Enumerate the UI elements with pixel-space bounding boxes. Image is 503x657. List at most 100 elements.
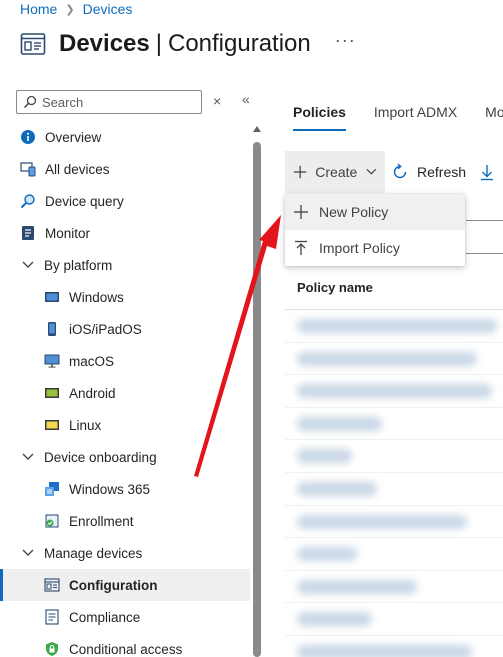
breadcrumb: Home ❯ Devices <box>20 1 132 17</box>
sidebar-item-ios-ipados[interactable]: iOS/iPadOS <box>0 313 250 345</box>
sidebar-item-label: Configuration <box>69 577 158 593</box>
sidebar-item-macos[interactable]: macOS <box>0 345 250 377</box>
table-row[interactable] <box>285 506 503 539</box>
tab-monitor-truncated[interactable]: Mo <box>485 104 503 131</box>
sidebar-item-compliance[interactable]: Compliance <box>0 601 250 633</box>
chevron-right-icon: ❯ <box>65 3 75 16</box>
android-icon <box>44 385 60 401</box>
table-row[interactable] <box>285 603 503 636</box>
menu-item-import-policy[interactable]: Import Policy <box>285 230 465 266</box>
collapse-sidebar-button[interactable]: « <box>242 91 250 107</box>
sidebar-item-monitor[interactable]: Monitor <box>0 217 250 249</box>
sidebar-item-label: iOS/iPadOS <box>69 321 142 337</box>
more-options-button[interactable]: ··· <box>335 30 356 51</box>
sidebar-item-android[interactable]: Android <box>0 377 250 409</box>
table-row[interactable] <box>285 310 503 343</box>
page-title: Devices <box>59 30 150 57</box>
sidebar-item-label: Compliance <box>69 609 141 625</box>
sidebar-item-linux[interactable]: Linux <box>0 409 250 441</box>
table-row[interactable] <box>285 375 503 408</box>
sidebar-item-label: Monitor <box>45 225 91 241</box>
breadcrumb-home-link[interactable]: Home <box>20 1 57 17</box>
sidebar-item-overview[interactable]: Overview <box>0 121 250 153</box>
table-row[interactable] <box>285 473 503 506</box>
chevron-down-icon <box>20 449 36 465</box>
sidebar-item-label: Linux <box>69 417 102 433</box>
sidebar-item-label: Device query <box>45 193 124 209</box>
plus-icon <box>293 165 307 179</box>
sidebar-group-device-onboarding[interactable]: Device onboarding <box>0 441 250 473</box>
table-row[interactable] <box>285 440 503 473</box>
create-button-label: Create <box>315 164 358 180</box>
tab-import-admx[interactable]: Import ADMX <box>374 104 457 131</box>
linux-icon <box>44 417 60 433</box>
sidebar-item-label: Windows <box>69 289 124 305</box>
sidebar-nav: Overview All devices Device query Monito… <box>0 121 250 657</box>
scroll-up-arrow[interactable] <box>253 126 261 132</box>
info-icon <box>20 129 36 145</box>
sidebar-item-label: Enrollment <box>69 513 134 529</box>
sidebar-group-manage-devices[interactable]: Manage devices <box>0 537 250 569</box>
tab-policies[interactable]: Policies <box>293 104 346 131</box>
query-icon <box>20 193 36 209</box>
menu-item-label: Import Policy <box>319 240 400 256</box>
menu-item-new-policy[interactable]: New Policy <box>285 194 465 230</box>
table-row[interactable] <box>285 408 503 441</box>
create-dropdown-menu: New Policy Import Policy <box>285 194 465 266</box>
clear-search-button[interactable]: × <box>213 93 221 109</box>
refresh-button-label: Refresh <box>417 164 467 180</box>
title-separator: | <box>155 30 162 57</box>
chevron-down-icon <box>366 168 377 175</box>
sidebar-item-configuration[interactable]: Configuration <box>0 569 250 601</box>
desktop-icon <box>44 353 60 369</box>
upload-icon <box>295 240 307 255</box>
sidebar-item-label: Windows 365 <box>69 481 151 497</box>
tab-strip: Policies Import ADMX Mo <box>285 100 503 136</box>
sidebar-item-label: Manage devices <box>44 545 143 561</box>
sidebar-group-by-platform[interactable]: By platform <box>0 249 250 281</box>
sidebar-item-label: Device onboarding <box>44 449 157 465</box>
sidebar-item-windows-365[interactable]: Windows 365 <box>0 473 250 505</box>
plus-icon <box>294 205 308 219</box>
sidebar-item-label: Overview <box>45 129 102 145</box>
filter-field-underline[interactable] <box>466 253 503 254</box>
windows365-icon <box>44 481 60 497</box>
sidebar-item-label: By platform <box>44 257 113 273</box>
compliance-icon <box>44 609 60 625</box>
download-icon[interactable] <box>480 163 494 181</box>
column-header-policy-name[interactable]: Policy name <box>297 280 373 295</box>
sidebar-item-conditional-access[interactable]: Conditional access <box>0 633 250 657</box>
devices-icon <box>20 161 36 177</box>
search-icon <box>23 95 37 109</box>
policy-table <box>285 310 503 657</box>
sidebar-scrollbar-thumb[interactable] <box>253 142 261 657</box>
sidebar-search-input[interactable] <box>42 94 192 110</box>
filter-field-underline[interactable] <box>466 220 503 221</box>
chevron-down-icon <box>20 257 36 273</box>
breadcrumb-devices-link[interactable]: Devices <box>83 1 133 17</box>
create-button[interactable]: Create <box>285 151 385 193</box>
lock-icon <box>44 641 60 657</box>
phone-icon <box>44 321 60 337</box>
sidebar-item-label: macOS <box>69 353 115 369</box>
table-row[interactable] <box>285 636 503 657</box>
configuration-icon <box>44 577 60 593</box>
refresh-button[interactable]: Refresh <box>391 163 466 181</box>
sidebar-item-label: Conditional access <box>69 641 183 657</box>
sidebar-item-all-devices[interactable]: All devices <box>0 153 250 185</box>
toolbar: Create Refresh <box>285 151 494 193</box>
refresh-icon <box>393 163 407 179</box>
sidebar-item-windows[interactable]: Windows <box>0 281 250 313</box>
windows-icon <box>44 289 60 305</box>
chevron-down-icon <box>20 545 36 561</box>
menu-item-label: New Policy <box>319 204 389 220</box>
table-row[interactable] <box>285 538 503 571</box>
sidebar-search <box>16 90 202 114</box>
sidebar-item-enrollment[interactable]: Enrollment <box>0 505 250 537</box>
table-row[interactable] <box>285 343 503 376</box>
sidebar-item-device-query[interactable]: Device query <box>0 185 250 217</box>
monitor-icon <box>20 225 36 241</box>
table-row[interactable] <box>285 571 503 604</box>
configuration-icon <box>20 33 46 55</box>
sidebar-item-label: All devices <box>45 161 110 177</box>
